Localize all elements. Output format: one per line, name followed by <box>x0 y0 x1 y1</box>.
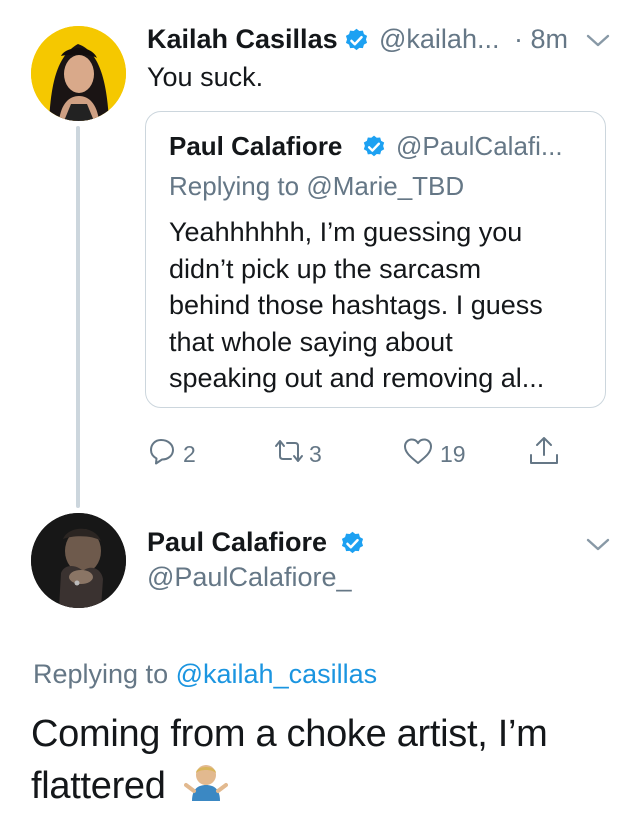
author-name[interactable]: Kailah Casillas <box>147 24 338 55</box>
retweet-icon <box>271 436 307 472</box>
quoted-text-line: behind those hashtags. I guess <box>169 290 543 320</box>
avatar-photo <box>31 26 126 121</box>
retweet-count: 3 <box>309 440 322 467</box>
verified-badge-icon <box>339 530 366 557</box>
quoted-tweet-text: Yeahhhhhh, I’m guessing you didn’t pick … <box>169 214 589 397</box>
tweet-text: Coming from a choke artist, I’m flattere… <box>31 708 548 815</box>
tweet-text-line2: flattered <box>31 760 548 815</box>
tweet-text: You suck. <box>147 62 264 92</box>
quoted-replying-to: Replying to @Marie_TBD <box>169 171 464 202</box>
replying-to-label: Replying to <box>169 171 300 201</box>
quoted-author-handle: @PaulCalafi... <box>396 131 563 161</box>
avatar[interactable] <box>31 26 126 121</box>
quoted-author-name: Paul Calafiore <box>169 131 343 161</box>
man-shrugging-emoji <box>183 761 228 815</box>
tweet-text-line: Coming from a choke artist, I’m <box>31 713 548 755</box>
chevron-down-icon[interactable] <box>583 31 613 51</box>
author-handle[interactable]: @PaulCalafiore_ <box>147 562 352 593</box>
avatar[interactable] <box>31 513 126 608</box>
reply-count: 2 <box>183 440 196 467</box>
retweet-button[interactable]: 3 <box>271 436 322 472</box>
replying-to-handle: @Marie_TBD <box>306 171 465 201</box>
quoted-text-line: speaking out and removing al... <box>169 363 545 393</box>
like-button[interactable]: 19 <box>402 436 466 472</box>
verified-badge-icon <box>343 27 370 54</box>
reply-button[interactable]: 2 <box>147 436 196 472</box>
quoted-text-line: Yeahhhhhh, I’m guessing you <box>169 217 523 247</box>
author-handle[interactable]: @kailah... <box>379 24 499 55</box>
like-count: 19 <box>440 440 466 467</box>
replying-to-label: Replying to <box>33 659 169 689</box>
tweet-text-word: flattered <box>31 765 166 807</box>
author-name[interactable]: Paul Calafiore <box>147 527 327 558</box>
chevron-down-icon[interactable] <box>583 535 613 555</box>
share-icon <box>527 434 561 474</box>
quoted-text-line: didn’t pick up the sarcasm <box>169 253 482 284</box>
thread-line <box>76 126 80 508</box>
verified-badge-icon <box>361 134 387 160</box>
share-button[interactable] <box>527 434 561 474</box>
reply-icon <box>147 436 177 472</box>
replying-to-handle[interactable]: @kailah_casillas <box>176 659 378 689</box>
tweet-time[interactable]: · 8m <box>514 24 568 55</box>
heart-icon <box>402 436 434 472</box>
avatar-photo <box>31 513 126 608</box>
replying-to: Replying to @kailah_casillas <box>33 659 377 690</box>
quoted-text-line: that whole saying about <box>169 326 453 357</box>
